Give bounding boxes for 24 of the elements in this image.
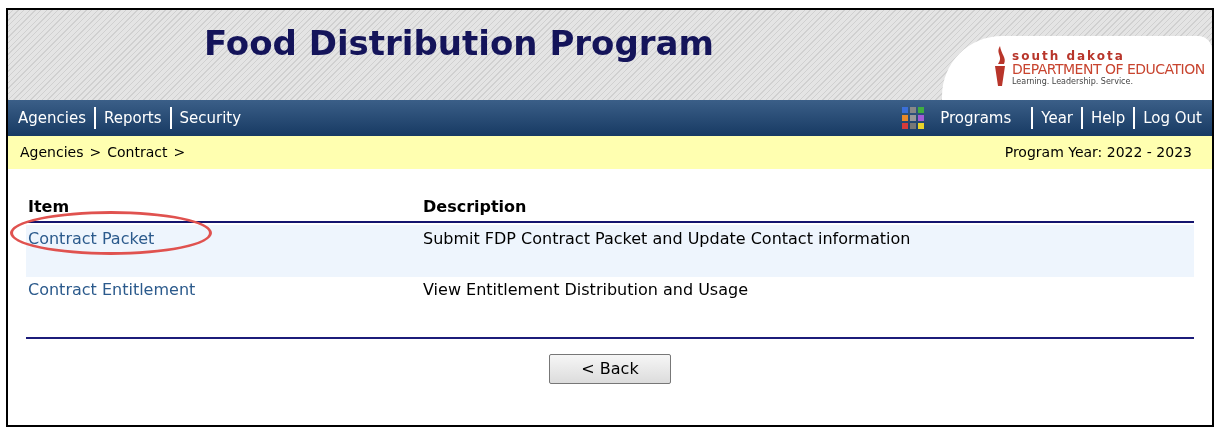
description-text: Submit FDP Contract Packet and Update Contact information (423, 228, 912, 250)
breadcrumb-link[interactable]: Contract (107, 142, 168, 163)
separator-icon: > (89, 142, 102, 163)
column-header: Item (27, 196, 71, 218)
description-text: View Entitlement Distribution and Usage (423, 279, 749, 301)
nav-link[interactable]: Reports (102, 106, 164, 130)
logo-text: DEPARTMENT OF EDUCATION (1012, 62, 1205, 76)
nav-link[interactable]: Log Out (1141, 106, 1204, 130)
logo-text: south dakota (1012, 50, 1126, 62)
page-title: Food Distribution Program (204, 22, 714, 65)
logo-tagline: Learning. Leadership. Service. (1012, 78, 1134, 86)
nav-link[interactable]: Programs (938, 106, 1014, 130)
program-year: Program Year: 2022 - 2023 (1004, 143, 1192, 162)
nav-link[interactable]: Help (1089, 106, 1128, 130)
separator-icon: > (173, 142, 186, 163)
nav-link[interactable]: Year (1039, 106, 1076, 130)
column-header: Description (423, 196, 528, 218)
item-link[interactable]: Contract Entitlement (28, 280, 196, 299)
back-button[interactable]: < Back (549, 354, 671, 384)
nav-link[interactable]: Agencies (16, 106, 88, 130)
breadcrumb-link[interactable]: Agencies (20, 142, 84, 163)
nav-link[interactable]: Security (177, 106, 244, 130)
grid-icon (902, 107, 925, 129)
item-link[interactable]: Contract Packet (28, 229, 155, 248)
